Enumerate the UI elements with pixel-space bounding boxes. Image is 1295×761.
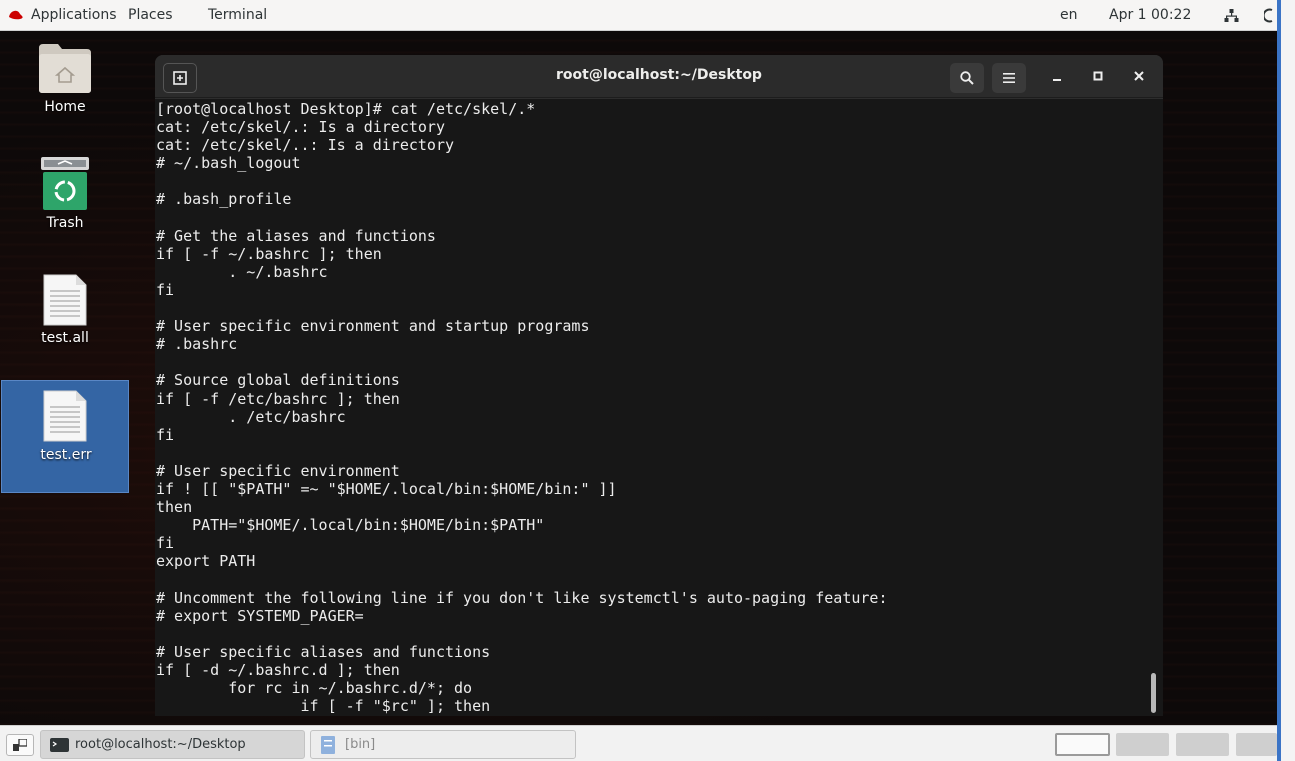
terminal-line: fi xyxy=(156,534,175,553)
close-icon xyxy=(1134,71,1144,81)
terminal-scrollbar[interactable] xyxy=(1145,99,1163,716)
terminal-line: # Uncomment the following line if you do… xyxy=(156,588,888,607)
terminal-line: . ~/.bashrc xyxy=(156,262,328,281)
scrollbar-thumb[interactable] xyxy=(1151,673,1156,713)
terminal-window: root@localhost:~/Desktop [root@localhost… xyxy=(155,55,1163,716)
terminal-line: export PATH xyxy=(156,552,256,571)
desktop-icon-label: test.err xyxy=(40,447,92,463)
show-desktop-icon xyxy=(13,739,27,751)
top-panel: Applications Places Terminal en Apr 1 00… xyxy=(0,0,1277,31)
terminal-line: . /etc/bashrc xyxy=(156,407,346,426)
maximize-icon xyxy=(1093,71,1103,81)
adjacent-window-edge xyxy=(1277,0,1295,761)
terminal-line: fi xyxy=(156,425,175,444)
terminal-line: # .bash_profile xyxy=(156,190,292,209)
terminal-app-menu[interactable]: Terminal xyxy=(208,7,267,23)
search-button[interactable] xyxy=(950,63,984,93)
terminal-line: if ! [[ "$PATH" =~ "$HOME/.local/bin:$HO… xyxy=(156,479,617,498)
taskbar-item-label: [bin] xyxy=(345,737,376,752)
workspace-3[interactable] xyxy=(1176,733,1229,756)
desktop-icon-label: test.all xyxy=(41,330,89,346)
minimize-button[interactable] xyxy=(1045,65,1069,89)
terminal-line: # User specific environment xyxy=(156,461,400,480)
terminal-line: fi xyxy=(156,280,175,299)
text-file-icon xyxy=(43,274,87,326)
terminal-header-bar[interactable]: root@localhost:~/Desktop xyxy=(155,55,1163,98)
menu-button[interactable] xyxy=(992,63,1026,93)
workspace-1[interactable] xyxy=(1055,733,1110,756)
maximize-button[interactable] xyxy=(1086,65,1110,89)
desktop-icon-trash[interactable]: Trash xyxy=(1,155,129,235)
terminal-line: for rc in ~/.bashrc.d/*; do xyxy=(156,679,473,697)
taskbar-item-label: root@localhost:~/Desktop xyxy=(75,737,246,752)
terminal-line: # Get the aliases and functions xyxy=(156,226,436,245)
minimize-icon xyxy=(1053,79,1061,81)
terminal-line: # User specific aliases and functions xyxy=(156,642,491,661)
network-icon[interactable] xyxy=(1224,8,1239,23)
terminal-icon xyxy=(50,738,69,752)
show-desktop-button[interactable] xyxy=(6,734,34,756)
terminal-line: [root@localhost Desktop]# cat /etc/skel/… xyxy=(156,100,536,118)
terminal-line: then xyxy=(156,498,193,517)
input-language-indicator[interactable]: en xyxy=(1060,7,1078,23)
terminal-line: # ~/.bash_logout xyxy=(156,154,301,173)
terminal-line: # User specific environment and startup … xyxy=(156,317,590,336)
workspace-2[interactable] xyxy=(1116,733,1169,756)
terminal-line: PATH="$HOME/.local/bin:$HOME/bin:$PATH" xyxy=(156,516,545,535)
text-file-icon xyxy=(43,390,87,442)
close-button[interactable] xyxy=(1127,65,1151,89)
terminal-line: # export SYSTEMD_PAGER= xyxy=(156,606,364,625)
hamburger-menu-icon xyxy=(1003,73,1015,83)
desktop-icon-home[interactable]: Home xyxy=(1,40,129,120)
trash-icon xyxy=(41,157,89,210)
taskbar-item-terminal[interactable]: root@localhost:~/Desktop xyxy=(40,730,305,759)
desktop-icon-test-all[interactable]: test.all xyxy=(1,271,129,351)
redhat-logo-icon xyxy=(9,10,23,20)
file-manager-icon xyxy=(321,736,335,754)
desktop-icon-label: Trash xyxy=(46,215,84,231)
taskbar-item-bin[interactable]: [bin] xyxy=(310,730,576,759)
desktop-icon-test-err[interactable]: test.err xyxy=(1,380,129,493)
applications-menu[interactable]: Applications xyxy=(31,7,117,23)
terminal-output[interactable]: [root@localhost Desktop]# cat /etc/skel/… xyxy=(155,99,1145,716)
terminal-line: # Source global definitions xyxy=(156,371,400,390)
terminal-line: # .bashrc xyxy=(156,335,238,354)
search-icon xyxy=(960,71,974,85)
places-menu[interactable]: Places xyxy=(128,7,173,23)
terminal-line: if [ -d ~/.bashrc.d ]; then xyxy=(156,660,400,679)
clock[interactable]: Apr 1 00:22 xyxy=(1109,7,1191,23)
terminal-line: cat: /etc/skel/..: Is a directory xyxy=(156,136,455,155)
power-icon[interactable] xyxy=(1264,7,1276,24)
workspace-4[interactable] xyxy=(1236,733,1277,756)
desktop-icon-label: Home xyxy=(44,99,86,115)
terminal-line: cat: /etc/skel/.: Is a directory xyxy=(156,118,445,137)
terminal-line: if [ -f "$rc" ]; then xyxy=(156,697,491,716)
home-folder-icon xyxy=(39,44,91,93)
terminal-line: if [ -f /etc/bashrc ]; then xyxy=(156,389,400,408)
terminal-line: if [ -f ~/.bashrc ]; then xyxy=(156,244,382,263)
bottom-taskbar: root@localhost:~/Desktop [bin] xyxy=(0,725,1277,761)
